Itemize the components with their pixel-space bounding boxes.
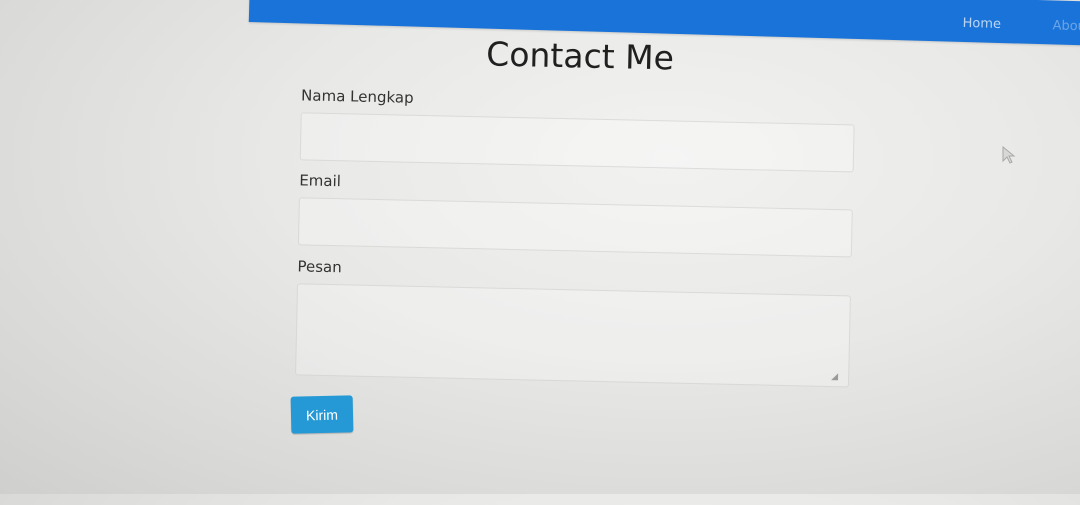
message-label: Pesan <box>297 257 342 277</box>
page-content: Contact Me Nama Lengkap Email Pesan ◢ <box>0 0 1080 505</box>
resize-grip-icon[interactable]: ◢ <box>831 372 838 382</box>
message-field[interactable] <box>295 283 851 388</box>
page-title: Contact Me <box>485 34 675 78</box>
name-label: Nama Lengkap <box>300 86 414 107</box>
email-label: Email <box>299 171 342 191</box>
submit-button[interactable]: Kirim <box>290 395 354 434</box>
email-field[interactable] <box>297 197 853 258</box>
mouse-pointer-icon <box>1002 146 1016 164</box>
name-field[interactable] <box>299 112 855 173</box>
